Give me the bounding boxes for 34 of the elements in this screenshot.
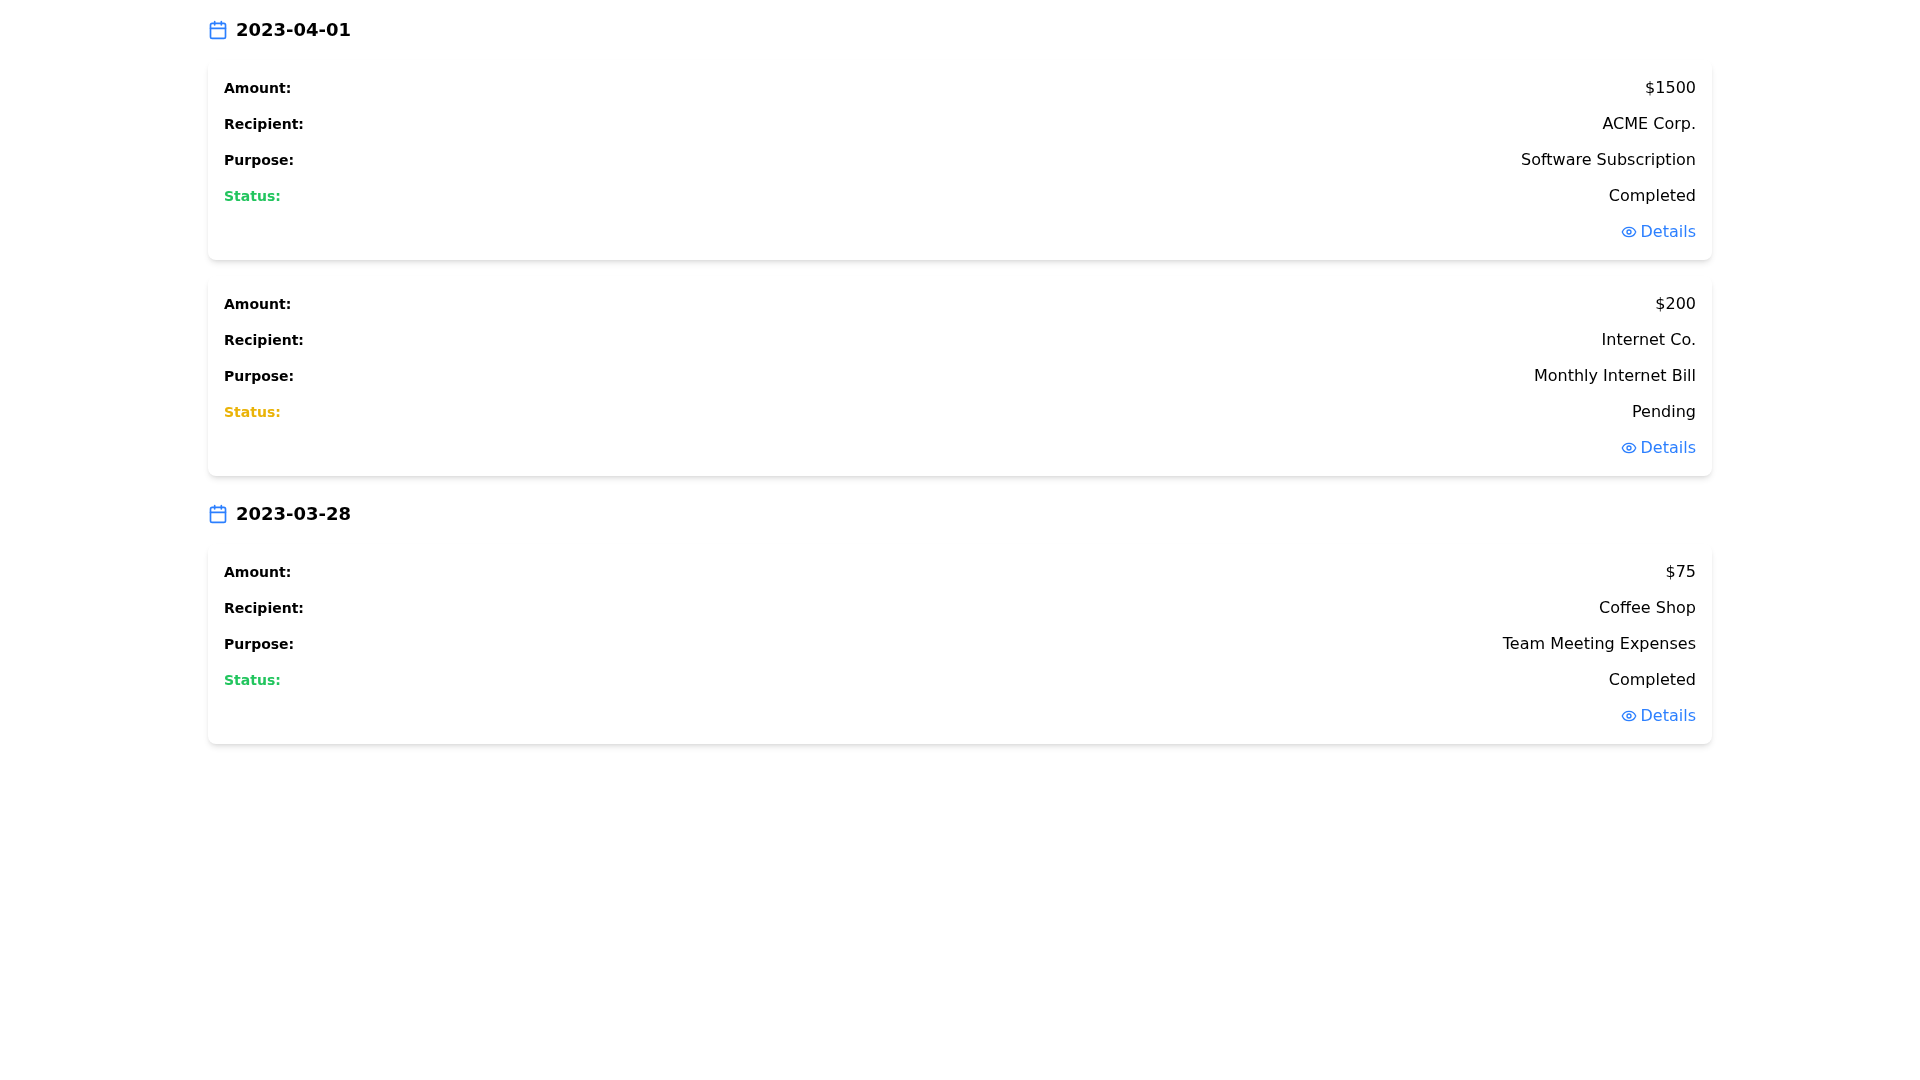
status-label: Status:: [224, 403, 281, 422]
date-heading: 2023-04-01: [236, 18, 352, 42]
field-label: Recipient:: [224, 115, 304, 134]
status-label: Status:: [224, 671, 281, 690]
date-heading: 2023-03-28: [236, 502, 352, 526]
field-label: Amount:: [224, 563, 292, 582]
field-label: Amount:: [224, 295, 292, 314]
eye-icon: [1620, 440, 1637, 456]
field-value: ACME Corp.: [1602, 113, 1696, 135]
field-label: Recipient:: [224, 599, 304, 618]
field-value: Coffee Shop: [1599, 597, 1696, 619]
status-value: Pending: [1632, 401, 1696, 423]
field-value: Monthly Internet Bill: [1533, 365, 1696, 387]
field-value: $200: [1655, 293, 1696, 315]
details-link[interactable]: Details: [1620, 704, 1696, 728]
field-label: Purpose:: [224, 635, 295, 654]
status-value: Completed: [1608, 669, 1696, 691]
eye-icon: [1620, 708, 1637, 724]
calendar-icon: [208, 504, 228, 524]
field-value: $1500: [1645, 77, 1696, 99]
calendar-icon: [208, 20, 228, 40]
status-value: Completed: [1608, 185, 1696, 207]
eye-icon: [1620, 224, 1637, 240]
field-value: Internet Co.: [1601, 329, 1696, 351]
field-label: Purpose:: [224, 367, 295, 386]
field-value: $75: [1665, 561, 1696, 583]
field-label: Amount:: [224, 79, 292, 98]
field-value: Software Subscription: [1520, 149, 1696, 171]
field-label: Recipient:: [224, 331, 304, 350]
details-link[interactable]: Details: [1620, 220, 1696, 244]
details-link[interactable]: Details: [1620, 436, 1696, 460]
field-label: Purpose:: [224, 151, 295, 170]
field-value: Team Meeting Expenses: [1502, 633, 1696, 655]
status-label: Status:: [224, 187, 281, 206]
